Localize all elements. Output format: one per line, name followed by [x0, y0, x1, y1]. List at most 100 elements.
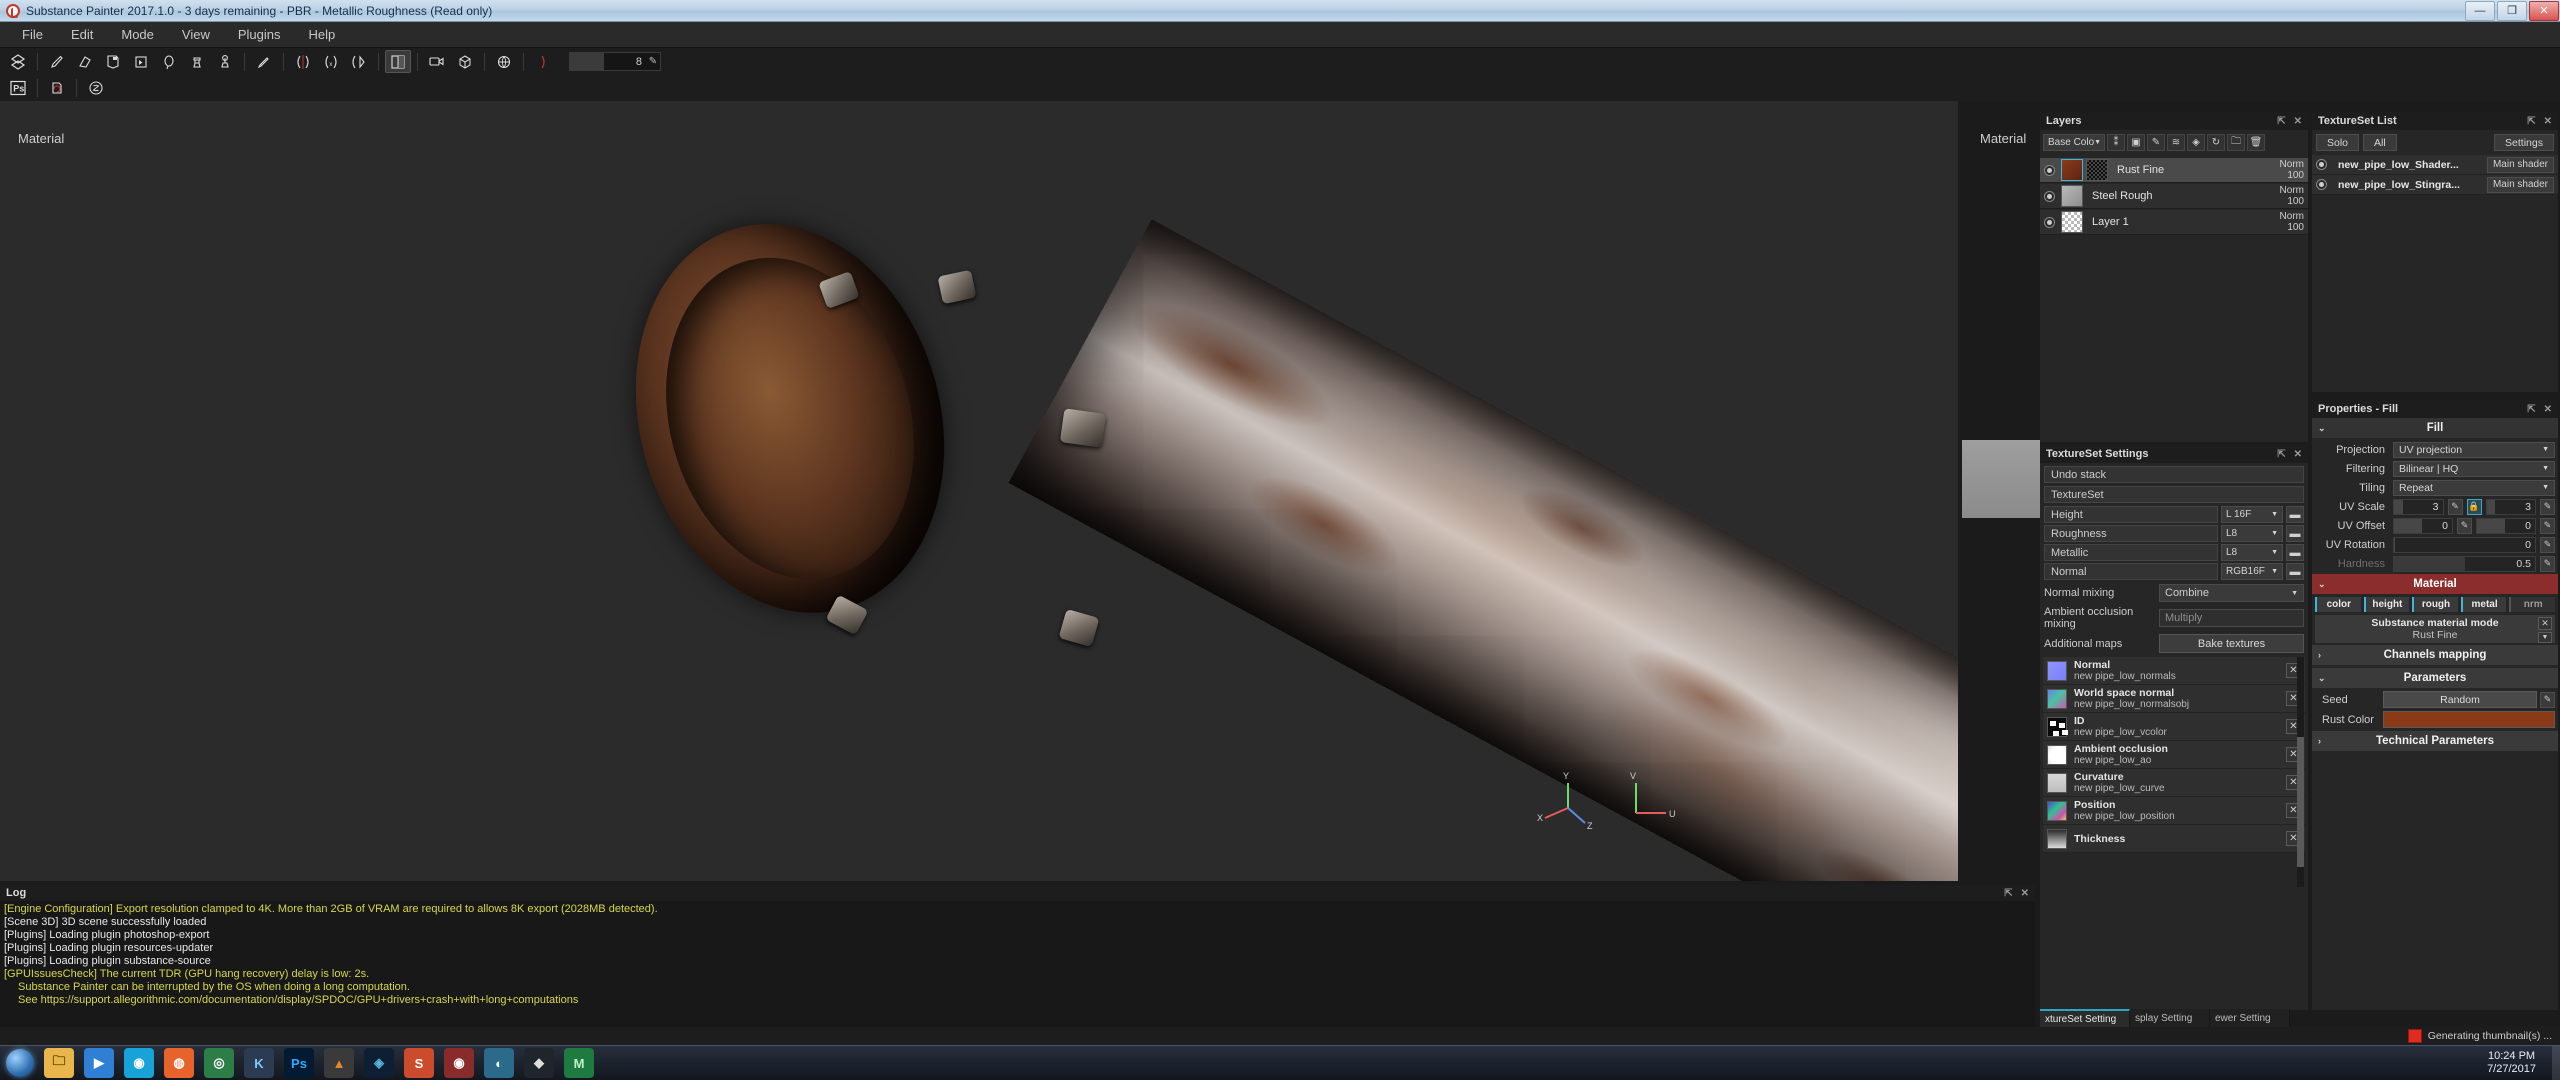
brush-size-slider[interactable]: [570, 53, 604, 70]
clear-material-icon[interactable]: ✕: [2538, 617, 2552, 630]
tab-display-settings[interactable]: splay Setting: [2130, 1009, 2210, 1027]
menu-mode[interactable]: Mode: [107, 23, 168, 46]
layer-visibility-toggle[interactable]: [2044, 190, 2055, 202]
close-icon[interactable]: ✕: [2021, 888, 2029, 899]
layer-thumbnail[interactable]: [2061, 211, 2083, 233]
substance-designer-icon[interactable]: S: [404, 1048, 434, 1078]
photoshop-icon[interactable]: Ps: [284, 1048, 314, 1078]
close-icon[interactable]: ✕: [2544, 116, 2552, 127]
chrome-icon[interactable]: ◎: [204, 1048, 234, 1078]
technical-parameters-header[interactable]: › Technical Parameters: [2312, 731, 2558, 751]
close-button[interactable]: ✕: [2529, 0, 2559, 21]
solo-button[interactable]: Solo: [2316, 134, 2360, 151]
layer-opacity[interactable]: 100: [2280, 196, 2304, 207]
seed-pen-icon[interactable]: ✎: [2540, 691, 2555, 708]
normal-mixing-dropdown[interactable]: Combine ▼: [2159, 584, 2304, 602]
environment-icon[interactable]: [491, 50, 517, 73]
rust-color-swatch[interactable]: [2383, 711, 2555, 728]
add-generator-icon[interactable]: ↻: [2207, 134, 2225, 151]
firefox-icon[interactable]: ◍: [164, 1048, 194, 1078]
channel-format-dropdown[interactable]: L8 ▼: [2221, 544, 2283, 561]
float-icon[interactable]: ⇱: [2004, 888, 2012, 899]
maps-scrollbar[interactable]: [2297, 657, 2304, 887]
uv-offset-u-slider[interactable]: 0: [2393, 517, 2453, 534]
mischief-icon[interactable]: M: [564, 1048, 594, 1078]
table-row[interactable]: Steel Rough Norm 100: [2040, 184, 2308, 209]
symmetry-right-icon[interactable]: [290, 50, 316, 73]
symmetry-mirror-icon[interactable]: [346, 50, 372, 73]
start-button-icon[interactable]: [6, 1049, 34, 1077]
uv-rotation-slider[interactable]: 0: [2393, 536, 2536, 553]
seed-button[interactable]: Random: [2383, 691, 2537, 708]
uv-offset-u-pen-icon[interactable]: ✎: [2457, 517, 2472, 534]
clone-stamp-icon[interactable]: [184, 50, 210, 73]
add-mask-icon[interactable]: ⁑: [2107, 134, 2125, 151]
close-icon[interactable]: ✕: [2294, 449, 2302, 460]
layer-blend-mode[interactable]: Norm: [2280, 159, 2304, 170]
table-row[interactable]: Rust Fine Norm 100: [2040, 158, 2308, 183]
taskbar-clock[interactable]: 10:24 PM 7/27/2017: [2487, 1050, 2560, 1076]
channel-format-dropdown[interactable]: RGB16F ▼: [2221, 563, 2283, 580]
map-thumbnail[interactable]: [2047, 688, 2067, 709]
map-thumbnail[interactable]: [2047, 744, 2067, 765]
remove-channel-button[interactable]: ▬: [2286, 525, 2304, 542]
remove-channel-button[interactable]: ▬: [2286, 506, 2304, 523]
shader-badge[interactable]: Main shader: [2486, 156, 2554, 173]
textureset-settings-button[interactable]: Settings: [2494, 134, 2554, 151]
add-fill-icon[interactable]: ▣: [2127, 134, 2145, 151]
channels-mapping-header[interactable]: › Channels mapping: [2312, 645, 2558, 665]
float-icon[interactable]: ⇱: [2277, 116, 2285, 127]
symmetry-toggle-icon[interactable]: [530, 50, 556, 73]
remove-channel-button[interactable]: ▬: [2286, 544, 2304, 561]
polygon-fill-icon[interactable]: [128, 50, 154, 73]
substance-painter-icon[interactable]: ◉: [444, 1048, 474, 1078]
brush-size-input[interactable]: 8 ✎: [569, 52, 661, 71]
fill-section-header[interactable]: ⌄ Fill: [2312, 418, 2558, 438]
bake-textures-button[interactable]: Bake textures: [2159, 634, 2304, 653]
menu-plugins[interactable]: Plugins: [224, 23, 295, 46]
resources-updater-icon[interactable]: [44, 77, 70, 100]
menu-help[interactable]: Help: [294, 23, 349, 46]
close-icon[interactable]: ✕: [2544, 404, 2552, 415]
smudge-icon[interactable]: [212, 50, 238, 73]
uv-view-icon[interactable]: [385, 50, 411, 73]
float-icon[interactable]: ⇱: [2527, 404, 2535, 415]
add-fill-layer-icon[interactable]: ◈: [2187, 134, 2205, 151]
chevron-down-icon[interactable]: ▼: [2538, 632, 2552, 643]
ao-mixing-dropdown[interactable]: Multiply: [2159, 609, 2304, 627]
shader-badge[interactable]: Main shader: [2486, 176, 2554, 193]
layer-opacity[interactable]: 100: [2280, 170, 2304, 181]
list-item[interactable]: Curvature new pipe_low_curve ✕: [2043, 769, 2305, 797]
uv-scale-v-slider[interactable]: 3: [2485, 498, 2536, 515]
chat-icon[interactable]: ◉: [124, 1048, 154, 1078]
camera-icon[interactable]: [424, 50, 450, 73]
texture-set-field[interactable]: TextureSet: [2044, 486, 2304, 503]
map-thumbnail[interactable]: [2047, 772, 2067, 793]
channel-toggle-height[interactable]: height: [2363, 597, 2410, 612]
layer-mask-thumbnail[interactable]: [2086, 159, 2108, 181]
add-folder-layer-icon[interactable]: ≋: [2167, 134, 2185, 151]
eyedropper-icon[interactable]: [251, 50, 277, 73]
textureset-visibility-toggle[interactable]: [2316, 179, 2327, 190]
substance-logo-icon[interactable]: [5, 50, 31, 73]
layer-blend-mode[interactable]: Norm: [2280, 185, 2304, 196]
list-item[interactable]: World space normal new pipe_low_normalso…: [2043, 685, 2305, 713]
map-thumbnail[interactable]: [2047, 800, 2067, 821]
uv-scale-u-pen-icon[interactable]: ✎: [2447, 498, 2463, 515]
delete-layer-icon[interactable]: 🗑: [2247, 134, 2265, 151]
list-item[interactable]: Position new pipe_low_position ✕: [2043, 797, 2305, 825]
uv-scale-lock-icon[interactable]: 🔒: [2466, 498, 2482, 515]
photoshop-export-icon[interactable]: Ps: [5, 77, 31, 100]
projection-icon[interactable]: [100, 50, 126, 73]
uv-scale-u-slider[interactable]: 3: [2393, 498, 2444, 515]
textureset-visibility-toggle[interactable]: [2316, 159, 2327, 170]
menu-edit[interactable]: Edit: [57, 23, 107, 46]
table-row[interactable]: new_pipe_low_Shader... Main shader: [2312, 155, 2558, 175]
3d-viewport[interactable]: Material Y X Z V U: [0, 101, 1958, 881]
eraser-icon[interactable]: [72, 50, 98, 73]
krita-icon[interactable]: K: [244, 1048, 274, 1078]
uv-offset-v-slider[interactable]: 0: [2476, 517, 2536, 534]
close-icon[interactable]: ✕: [2294, 116, 2302, 127]
list-item[interactable]: ID new pipe_low_vcolor ✕: [2043, 713, 2305, 741]
uv-offset-v-pen-icon[interactable]: ✎: [2540, 517, 2555, 534]
